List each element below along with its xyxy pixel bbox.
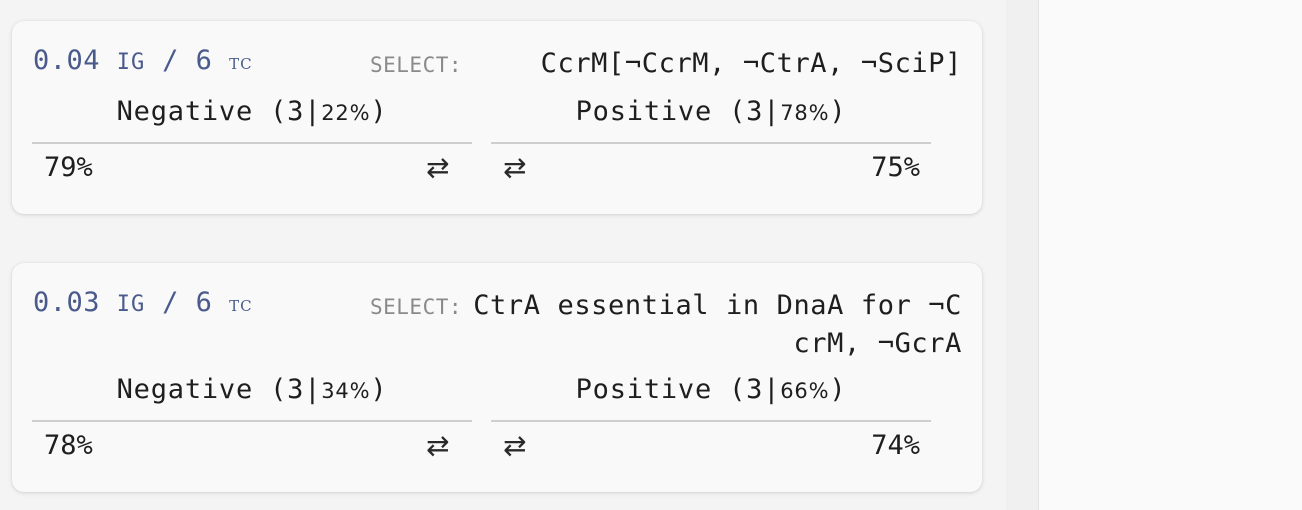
positive-header-percent: 66% — [780, 379, 830, 403]
negative-divider — [32, 420, 472, 422]
negative-header-percent: 22% — [321, 101, 371, 125]
negative-header-label: Negative (3| — [116, 96, 322, 127]
positive-header-percent: 78% — [780, 101, 830, 125]
negative-header-label: Negative (3| — [116, 374, 322, 405]
negative-header-percent: 34% — [321, 379, 371, 403]
select-rule: SELECT: CtrA essential in DnaA for ¬CcrM… — [370, 287, 962, 363]
select-label: SELECT: — [370, 53, 463, 77]
score-tc-unit: TC — [229, 292, 253, 317]
swap-arrows-icon[interactable]: ⇄ — [503, 432, 526, 460]
swap-arrows-icon[interactable]: ⇄ — [426, 432, 449, 460]
positive-value: 75% — [871, 152, 920, 183]
right-panel — [1039, 0, 1302, 510]
negative-header-close: ) — [370, 374, 388, 405]
negative-value: 79% — [44, 152, 93, 183]
negative-header: Negative (3|34%) — [32, 374, 472, 405]
rule-card[interactable]: 0.03 IG / 6 TC SELECT: CtrA essential in… — [12, 263, 982, 492]
positive-header-label: Positive (3| — [575, 96, 781, 127]
select-label: SELECT: — [370, 295, 463, 319]
negative-value: 78% — [44, 430, 93, 461]
score-separator: / — [162, 45, 179, 76]
score-separator: / — [162, 287, 179, 318]
score-value: 0.04 — [33, 45, 101, 76]
score-ig-unit: IG — [116, 292, 146, 317]
positive-divider — [491, 142, 931, 144]
positive-header-label: Positive (3| — [575, 374, 781, 405]
negative-divider — [32, 142, 472, 144]
negative-header: Negative (3|22%) — [32, 96, 472, 127]
results-list: 0.04 IG / 6 TC SELECT: CcrM[¬CcrM, ¬CtrA… — [0, 0, 1006, 510]
rule-card[interactable]: 0.04 IG / 6 TC SELECT: CcrM[¬CcrM, ¬CtrA… — [12, 21, 982, 214]
positive-header-close: ) — [829, 96, 847, 127]
score-tc-unit: TC — [229, 50, 253, 75]
score-count: 6 — [195, 287, 213, 318]
positive-header-close: ) — [829, 374, 847, 405]
score-value: 0.03 — [33, 287, 101, 318]
positive-value: 74% — [871, 430, 920, 461]
swap-arrows-icon[interactable]: ⇄ — [426, 154, 449, 182]
positive-header: Positive (3|66%) — [491, 374, 931, 405]
score: 0.04 IG / 6 TC — [33, 45, 253, 76]
positive-divider — [491, 420, 931, 422]
score-count: 6 — [195, 45, 213, 76]
negative-header-close: ) — [370, 96, 388, 127]
positive-header: Positive (3|78%) — [491, 96, 931, 127]
score: 0.03 IG / 6 TC — [33, 287, 253, 318]
swap-arrows-icon[interactable]: ⇄ — [503, 154, 526, 182]
score-ig-unit: IG — [116, 50, 146, 75]
scroll-gutter — [1006, 0, 1039, 510]
select-rule: SELECT: CcrM[¬CcrM, ¬CtrA, ¬SciP] — [370, 45, 962, 84]
